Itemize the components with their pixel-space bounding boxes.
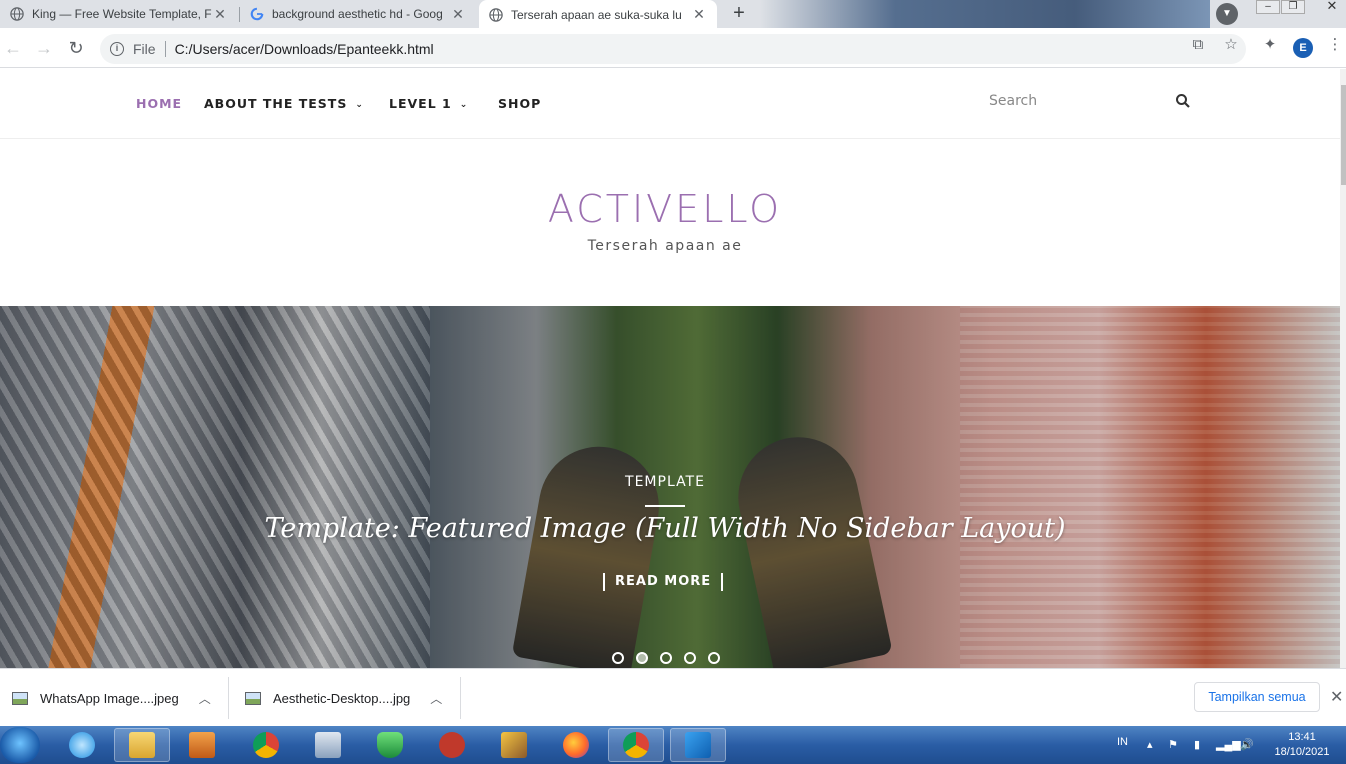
menu-kebab-icon[interactable]: ⋮ — [1326, 36, 1344, 54]
read-more-button[interactable]: READ MORE — [603, 573, 724, 591]
security-shield-icon[interactable] — [362, 728, 418, 762]
start-button[interactable] — [0, 727, 40, 763]
chrome-profile-icon[interactable] — [608, 728, 664, 762]
slider-dot-3[interactable] — [660, 652, 672, 664]
slider-pagination — [612, 652, 720, 664]
info-icon[interactable]: i — [110, 42, 124, 56]
tab-title: King — Free Website Template, F — [32, 7, 212, 21]
new-tab-button[interactable]: + — [727, 3, 751, 25]
nav-about-the-tests[interactable]: ABOUT THE TESTS ⌄ — [204, 96, 364, 111]
chevron-up-icon[interactable]: ︿ — [430, 690, 442, 707]
google-icon — [250, 7, 264, 21]
tab-search-button[interactable]: ▼ — [1216, 3, 1238, 25]
file-explorer-icon[interactable] — [114, 728, 170, 762]
download-item-whatsapp[interactable]: WhatsApp Image....jpeg ︿ — [12, 669, 211, 727]
chevron-up-icon[interactable]: ▴ — [1147, 738, 1153, 751]
tab-google-search[interactable]: background aesthetic hd - Goog ✕ — [240, 0, 476, 28]
search-icon[interactable] — [1175, 93, 1191, 109]
translate-icon[interactable]: ⧉ — [1189, 36, 1207, 54]
bookmark-star-icon[interactable]: ☆ — [1222, 36, 1240, 54]
minimize-button[interactable]: – — [1256, 0, 1280, 14]
browser-toolbar: ← → ↻ i File C:/Users/acer/Downloads/Epa… — [0, 29, 1346, 68]
slider-dot-5[interactable] — [708, 652, 720, 664]
download-item-aesthetic[interactable]: Aesthetic-Desktop....jpg ︿ — [245, 669, 442, 727]
windows-taskbar: IN ▴ ⚑ ▮ ▂▄▆ 🔊 13:41 18/10/2021 — [0, 726, 1346, 764]
battery-icon[interactable]: ▮ — [1194, 738, 1200, 751]
taskbar-clock[interactable]: 13:41 18/10/2021 — [1262, 730, 1342, 760]
network-signal-icon[interactable]: ▂▄▆ — [1216, 738, 1241, 751]
tab-title: Terserah apaan ae suka-suka lu — [511, 7, 682, 22]
page-scrollbar[interactable] — [1340, 69, 1346, 668]
browser-tab-strip: King — Free Website Template, F ✕ backgr… — [0, 0, 1346, 29]
winrar-icon[interactable] — [486, 728, 542, 762]
download-divider — [460, 677, 461, 719]
scrollbar-thumb[interactable] — [1341, 85, 1346, 185]
globe-icon — [10, 7, 24, 21]
tab-king-template[interactable]: King — Free Website Template, F ✕ — [0, 0, 238, 28]
show-all-downloads-button[interactable]: Tampilkan semua — [1194, 682, 1320, 712]
slider-dot-4[interactable] — [684, 652, 696, 664]
download-filename: WhatsApp Image....jpeg — [40, 690, 179, 706]
reload-button[interactable]: ↻ — [66, 38, 86, 58]
close-icon[interactable]: ✕ — [450, 6, 466, 23]
downloads-bar: WhatsApp Image....jpeg ︿ Aesthetic-Deskt… — [0, 668, 1346, 726]
site-navigation: HOME ABOUT THE TESTS ⌄ LEVEL 1 ⌄ SHOP — [0, 69, 1340, 139]
slider-dot-1[interactable] — [612, 652, 624, 664]
search-input[interactable] — [985, 86, 1165, 116]
site-search — [985, 86, 1195, 116]
hero-category-underline — [645, 505, 685, 507]
vscode-icon[interactable] — [670, 728, 726, 762]
extensions-puzzle-icon[interactable]: ✦ — [1261, 36, 1279, 54]
media-player-icon[interactable] — [174, 728, 230, 762]
image-file-icon — [12, 691, 28, 705]
on-screen-keyboard-icon[interactable] — [300, 728, 356, 762]
download-filename: Aesthetic-Desktop....jpg — [273, 690, 411, 706]
chevron-down-icon: ⌄ — [355, 100, 364, 110]
nav-level-1[interactable]: LEVEL 1 ⌄ — [389, 96, 468, 111]
tab-title: background aesthetic hd - Goog — [272, 7, 443, 21]
p-app-icon[interactable] — [424, 728, 480, 762]
window-close-button[interactable]: ✕ — [1318, 0, 1346, 14]
address-separator — [164, 41, 166, 57]
download-divider — [228, 677, 229, 719]
site-logo[interactable]: ACTIVELLO — [0, 187, 1330, 231]
image-file-icon — [245, 691, 261, 705]
volume-icon[interactable]: 🔊 — [1240, 738, 1254, 751]
slider-dot-2[interactable] — [636, 652, 648, 664]
nav-home[interactable]: HOME — [136, 96, 182, 111]
url-text[interactable]: C:/Users/acer/Downloads/Epanteekk.html — [175, 41, 434, 57]
hero-category-link[interactable]: TEMPLATE — [0, 474, 1330, 490]
web-page: HOME ABOUT THE TESTS ⌄ LEVEL 1 ⌄ SHOP ACTI… — [0, 69, 1340, 668]
firefox-icon[interactable] — [548, 728, 604, 762]
close-icon[interactable]: ✕ — [212, 6, 228, 23]
nav-label: ABOUT THE TESTS — [204, 96, 348, 111]
internet-explorer-icon[interactable] — [54, 728, 110, 762]
language-indicator[interactable]: IN — [1117, 736, 1128, 748]
url-scheme-label: File — [133, 41, 156, 57]
chevron-down-icon: ⌄ — [459, 100, 469, 110]
hero-slider: TEMPLATE Template: Featured Image (Full … — [0, 306, 1340, 668]
address-bar[interactable]: i File C:/Users/acer/Downloads/Epanteekk… — [100, 34, 1246, 64]
close-icon[interactable]: ✕ — [1330, 687, 1343, 707]
hero-title[interactable]: Template: Featured Image (Full Width No … — [0, 513, 1330, 544]
globe-icon — [489, 7, 503, 22]
maximize-button[interactable]: ❐ — [1281, 0, 1305, 14]
forward-button[interactable]: → — [34, 38, 54, 58]
profile-avatar[interactable]: E — [1293, 38, 1313, 58]
site-tagline: Terserah apaan ae — [587, 238, 743, 254]
tab-strip-theme-image — [760, 0, 1210, 28]
chrome-icon[interactable] — [238, 728, 294, 762]
nav-label: LEVEL 1 — [389, 96, 452, 111]
action-center-flag-icon[interactable]: ⚑ — [1168, 738, 1178, 751]
tab-current-page[interactable]: Terserah apaan ae suka-suka lu ✕ — [479, 0, 717, 29]
clock-time: 13:41 — [1288, 731, 1316, 743]
clock-date: 18/10/2021 — [1274, 746, 1330, 758]
nav-shop[interactable]: SHOP — [498, 96, 541, 111]
chevron-up-icon[interactable]: ︿ — [199, 690, 211, 707]
close-icon[interactable]: ✕ — [691, 6, 707, 23]
back-button[interactable]: ← — [3, 38, 23, 58]
